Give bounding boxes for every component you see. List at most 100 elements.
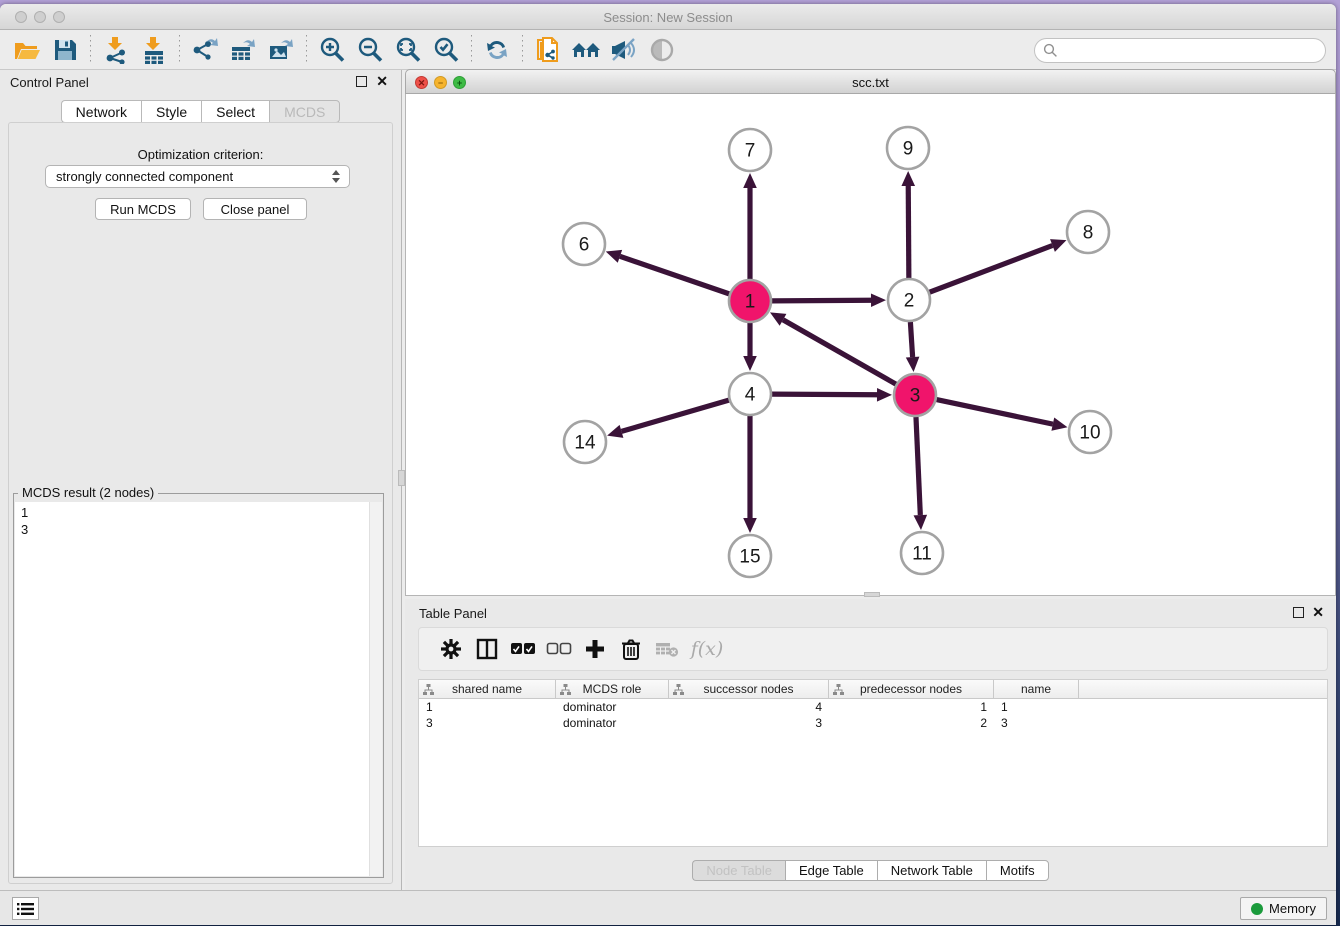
optimization-criterion-label: Optimization criterion: [9,147,392,162]
apply-function-button-disabled[interactable]: f(x) [685,631,729,667]
trash-icon [621,638,641,660]
deselect-all-button[interactable] [541,631,577,667]
export-image-button[interactable] [262,33,300,67]
edge-3-10[interactable] [937,400,1053,425]
table-cell[interactable]: 4 [669,699,829,715]
table-toolbar: f(x) [418,627,1328,671]
mcds-result-scrollbar[interactable] [369,502,382,876]
graph-node-label: 14 [574,433,596,454]
column-header-label: successor nodes [703,682,793,696]
table-cell[interactable]: 1 [829,699,994,715]
network-graph[interactable]: 7968124314101511 [406,94,1335,594]
export-table-button[interactable] [224,33,262,67]
tab-node-table[interactable]: Node Table [692,860,785,881]
edge-2-8[interactable] [930,245,1053,292]
edge-2-9[interactable] [908,186,909,278]
desktop-background: Session: New Session [0,0,1340,926]
mcds-result-list[interactable]: 13 [15,502,382,876]
float-table-panel-icon[interactable] [1293,607,1304,618]
graph-node-label: 15 [739,547,760,568]
column-header-successor-nodes[interactable]: successor nodes [669,680,829,698]
graph-node-label: 10 [1079,423,1100,444]
optimization-criterion-select[interactable]: strongly connected component [45,165,350,188]
edge-1-6[interactable] [620,256,729,294]
tab-mcds[interactable]: MCDS [269,100,340,123]
control-panel-title: Control Panel [10,75,89,90]
delete-table-button-disabled[interactable] [649,631,685,667]
save-session-button[interactable] [46,33,84,67]
table-cell[interactable]: dominator [556,699,669,715]
export-image-icon [267,36,295,64]
float-panel-icon[interactable] [356,76,367,87]
table-settings-button[interactable] [433,631,469,667]
tab-edge-table[interactable]: Edge Table [785,860,877,881]
delete-column-button[interactable] [613,631,649,667]
first-neighbors-button[interactable] [567,33,605,67]
export-network-button[interactable] [186,33,224,67]
apply-layout-button[interactable] [478,33,516,67]
edge-2-3[interactable] [910,322,912,357]
edge-4-3[interactable] [772,394,877,395]
column-header-predecessor-nodes[interactable]: predecessor nodes [829,680,994,698]
clone-network-button[interactable] [529,33,567,67]
search-icon [1043,43,1058,58]
edge-4-14[interactable] [621,400,728,431]
application-window: Session: New Session [0,4,1336,925]
edge-3-11[interactable] [916,417,920,515]
close-panel-button[interactable]: Close panel [203,198,307,220]
search-input[interactable] [1064,43,1317,58]
network-view-window: ✕ − + scc.txt 7968124314101511 [405,69,1336,596]
table-cell[interactable]: 2 [829,715,994,731]
arrowhead-icon [906,357,920,372]
tab-network[interactable]: Network [61,100,141,123]
run-mcds-button[interactable]: Run MCDS [95,198,191,220]
tab-network-table[interactable]: Network Table [877,860,986,881]
import-table-button[interactable] [135,33,173,67]
edge-3-1[interactable] [783,320,896,384]
table-row[interactable]: 1dominator411 [419,699,1327,715]
mcds-result-item[interactable]: 1 [21,504,382,521]
table-cell[interactable]: dominator [556,715,669,731]
table-row[interactable]: 3dominator323 [419,715,1327,731]
graphics-details-button[interactable] [605,33,643,67]
graph-node-label: 1 [745,292,756,313]
zoom-out-button[interactable] [351,33,389,67]
import-network-button[interactable] [97,33,135,67]
graph-node-label: 2 [904,291,915,312]
zoom-selected-button[interactable] [427,33,465,67]
node-table[interactable]: shared nameMCDS role successor nodes prede… [418,679,1328,847]
table-cell[interactable]: 1 [419,699,556,715]
column-header-name[interactable]: name [994,680,1079,698]
open-session-button[interactable] [8,33,46,67]
memory-button[interactable]: Memory [1240,897,1327,920]
splitter-grip[interactable] [398,470,405,486]
tab-motifs[interactable]: Motifs [986,860,1049,881]
split-panel-button[interactable] [469,631,505,667]
network-canvas[interactable]: 7968124314101511 [405,94,1336,596]
mcds-result-item[interactable]: 3 [21,521,382,538]
add-column-button[interactable] [577,631,613,667]
table-cell[interactable]: 3 [994,715,1079,731]
tab-style[interactable]: Style [141,100,201,123]
export-table-icon [229,36,257,64]
table-cell[interactable]: 1 [994,699,1079,715]
table-cell[interactable]: 3 [419,715,556,731]
close-table-panel-icon[interactable]: ✕ [1312,604,1324,620]
zoom-out-icon [356,36,384,64]
column-header-MCDS-role[interactable]: MCDS role [556,680,669,698]
gear-icon [440,638,462,660]
zoom-fit-button[interactable] [389,33,427,67]
splitter-grip-horizontal[interactable] [864,592,880,597]
toolbar-separator [90,35,91,65]
tab-select[interactable]: Select [201,100,269,123]
close-panel-icon[interactable]: ✕ [376,73,388,89]
zoom-in-button[interactable] [313,33,351,67]
edge-1-2[interactable] [772,300,871,301]
refresh-icon [483,36,511,64]
task-history-button[interactable] [12,897,39,920]
column-header-shared-name[interactable]: shared name [419,680,556,698]
birds-eye-button[interactable] [643,33,681,67]
table-cell[interactable]: 3 [669,715,829,731]
select-all-button[interactable] [505,631,541,667]
search-field[interactable] [1034,38,1326,63]
